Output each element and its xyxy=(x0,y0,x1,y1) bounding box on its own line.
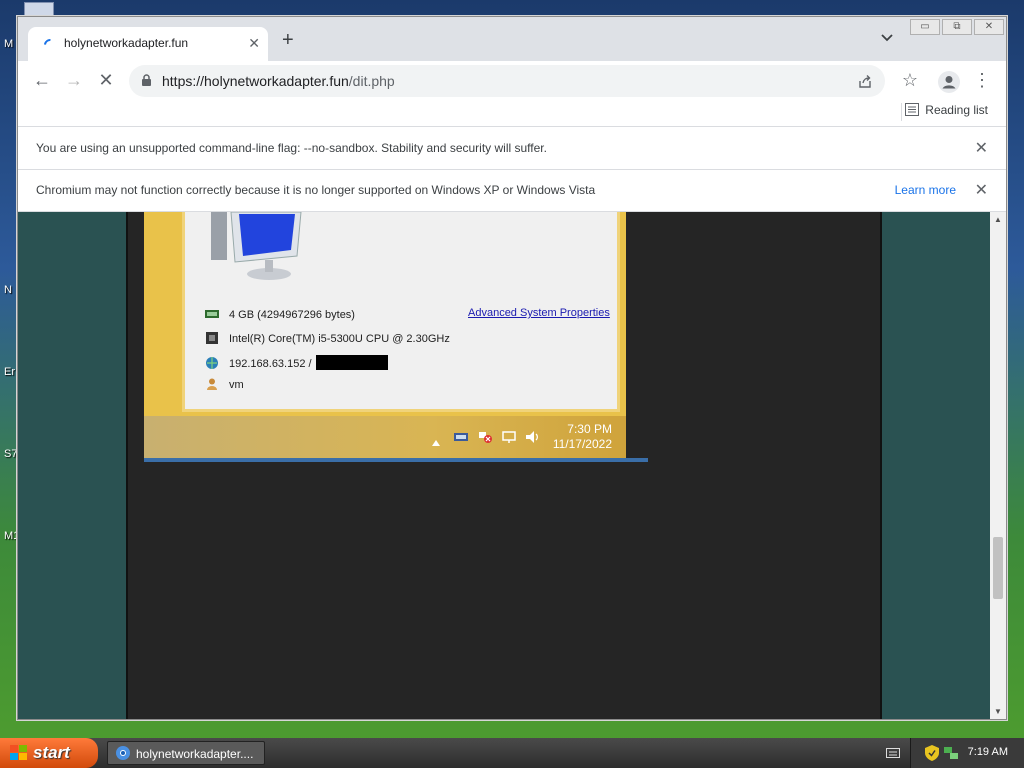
taskbar-browser-button[interactable]: holynetworkadapter.... xyxy=(107,741,265,765)
new-tab-button[interactable]: + xyxy=(282,29,294,52)
tab-search-chevron-icon[interactable] xyxy=(880,33,894,43)
desktop-label[interactable]: Er xyxy=(4,366,15,378)
cpu-value: Intel(R) Core(TM) i5-5300U CPU @ 2.30GHz xyxy=(229,333,450,345)
guest-taskbar: 7:30 PM 11/17/2022 xyxy=(144,416,626,458)
infobar-message: Chromium may not function correctly beca… xyxy=(36,183,596,197)
forward-arrow-icon[interactable]: → xyxy=(62,69,86,93)
start-label: start xyxy=(33,743,70,762)
screenshot-bottom-bar xyxy=(144,458,648,462)
guest-time: 7:30 PM xyxy=(567,422,612,436)
guest-date: 11/17/2022 xyxy=(552,437,612,451)
reading-list-button[interactable]: Reading list xyxy=(905,103,988,117)
url-path: /dit.php xyxy=(348,73,395,89)
reading-list-label: Reading list xyxy=(925,103,988,117)
restore-button[interactable]: ⧉ xyxy=(942,19,972,35)
embedded-screenshot: 4 GB (4294967296 bytes) Advanced System … xyxy=(144,212,648,462)
cpu-row: Intel(R) Core(TM) i5-5300U CPU @ 2.30GHz xyxy=(205,332,450,345)
menu-dots-icon[interactable]: ⋮ xyxy=(970,69,994,93)
share-icon[interactable] xyxy=(857,73,873,89)
toolbar: ← → ✕ https://holynetworkadapter.fun/dit… xyxy=(18,61,1006,99)
infobar-close-icon[interactable]: ✕ xyxy=(975,138,988,158)
user-name: vm xyxy=(229,379,244,391)
scroll-up-arrow-icon[interactable]: ▲ xyxy=(990,212,1006,228)
tray-volume-icon xyxy=(526,431,538,443)
computer-monitor-icon xyxy=(211,212,302,280)
desktop-label[interactable]: M xyxy=(4,38,13,50)
url-text[interactable]: https://holynetworkadapter.fun/dit.php xyxy=(162,73,395,89)
cpu-chip-icon xyxy=(206,332,218,344)
redacted-hostname xyxy=(315,355,388,370)
taskbar-button-label: holynetworkadapter.... xyxy=(136,747,254,761)
profile-avatar-icon[interactable] xyxy=(938,71,960,93)
scroll-down-arrow-icon[interactable]: ▼ xyxy=(990,704,1006,719)
url-host: https://holynetworkadapter.fun xyxy=(162,73,349,89)
chromium-icon xyxy=(116,746,130,760)
keyboard-icon[interactable] xyxy=(886,747,900,759)
close-window-button[interactable]: ✕ xyxy=(974,19,1004,35)
globe-icon xyxy=(206,357,218,369)
memory-value: 4 GB (4294967296 bytes) xyxy=(229,309,355,321)
bookmarks-separator xyxy=(901,103,902,121)
loading-spinner-icon xyxy=(41,36,59,54)
bookmarks-bar: Reading list xyxy=(18,99,1006,127)
tab-active[interactable]: holynetworkadapter.fun ✕ xyxy=(28,27,268,61)
tray-keyboard-icon xyxy=(454,433,468,441)
windows-logo-icon xyxy=(10,745,27,760)
memory-chip-icon xyxy=(205,310,219,318)
infobar-close-icon[interactable]: ✕ xyxy=(975,180,988,200)
system-tray: 7:19 AM xyxy=(910,738,1024,768)
infobar-message: You are using an unsupported command-lin… xyxy=(36,141,547,155)
learn-more-link[interactable]: Learn more xyxy=(895,183,956,197)
back-arrow-icon[interactable]: ← xyxy=(30,69,54,93)
ip-address: 192.168.63.152 / xyxy=(229,358,312,370)
guest-clock: 7:30 PM 11/17/2022 xyxy=(553,422,612,452)
system-properties-panel: 4 GB (4294967296 bytes) Advanced System … xyxy=(182,212,620,412)
advanced-system-properties-link[interactable]: Advanced System Properties xyxy=(468,307,610,319)
system-clock[interactable]: 7:19 AM xyxy=(968,746,1008,758)
page-content: 4 GB (4294967296 bytes) Advanced System … xyxy=(18,212,990,719)
user-row: vm xyxy=(205,378,244,391)
tab-title: holynetworkadapter.fun xyxy=(64,36,189,50)
os-taskbar: start holynetworkadapter.... 7:19 AM xyxy=(0,738,1024,768)
bookmark-star-icon[interactable]: ☆ xyxy=(898,69,922,93)
infobar-unsupported-os: Chromium may not function correctly beca… xyxy=(18,170,1006,212)
browser-window: holynetworkadapter.fun ✕ + ▭ ⧉ ✕ ← → ✕ h… xyxy=(17,16,1007,720)
minimize-button[interactable]: ▭ xyxy=(910,19,940,35)
tray-arrow-icon xyxy=(432,433,440,446)
desktop-label[interactable]: N xyxy=(4,284,12,296)
tray-network-icon xyxy=(502,431,516,443)
address-bar[interactable]: https://holynetworkadapter.fun/dit.php xyxy=(129,65,885,97)
memory-row: 4 GB (4294967296 bytes) xyxy=(205,308,355,321)
tray-action-center-flag-icon xyxy=(479,432,492,443)
desktop-label[interactable]: S7 xyxy=(4,448,17,460)
start-button[interactable]: start xyxy=(0,738,98,768)
stop-loading-icon[interactable]: ✕ xyxy=(94,69,118,93)
network-row: 192.168.63.152 / xyxy=(205,355,388,370)
security-shield-icon[interactable] xyxy=(925,745,939,761)
tab-strip: holynetworkadapter.fun ✕ + ▭ ⧉ ✕ xyxy=(18,17,1006,61)
scrollbar-thumb[interactable] xyxy=(993,537,1003,599)
user-icon xyxy=(207,378,217,390)
reading-list-icon xyxy=(905,103,920,116)
lock-icon[interactable] xyxy=(141,74,152,87)
tray-network-activity-icon[interactable] xyxy=(943,745,959,761)
infobar-no-sandbox: You are using an unsupported command-lin… xyxy=(18,128,1006,170)
vertical-scrollbar[interactable]: ▲ ▼ xyxy=(990,212,1006,719)
tab-close-icon[interactable]: ✕ xyxy=(248,35,260,52)
